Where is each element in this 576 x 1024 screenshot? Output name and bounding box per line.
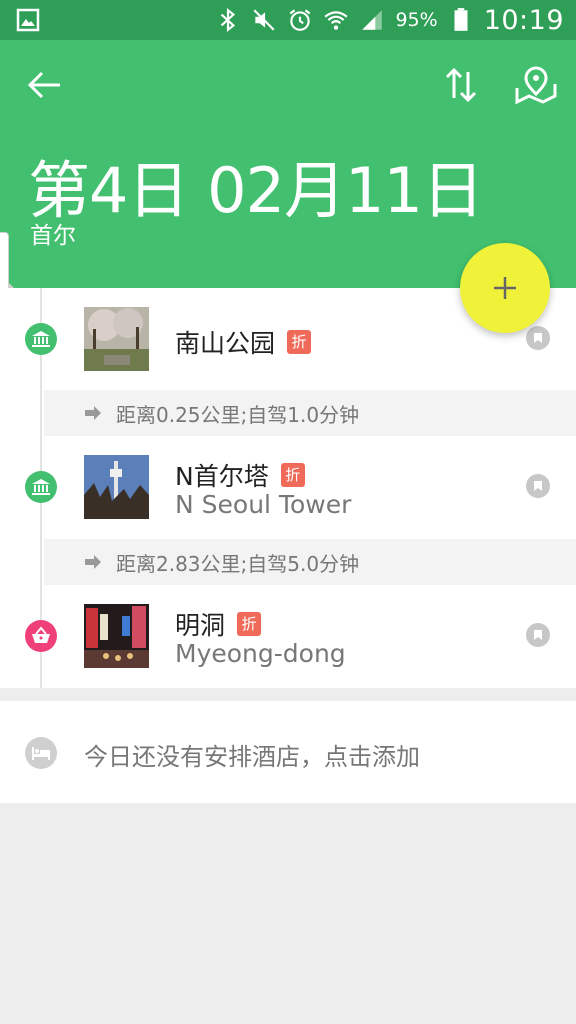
bookmark-icon[interactable] [526, 474, 550, 498]
thumbnail-photo [84, 307, 149, 371]
battery-percent: 95% [395, 9, 438, 31]
bookmark-icon[interactable] [526, 623, 550, 647]
bed-icon [25, 737, 57, 769]
alarm-icon [290, 9, 311, 31]
route-arrow-icon [85, 555, 101, 569]
sort-icon[interactable] [438, 62, 484, 108]
item-name: 明洞 [175, 611, 226, 640]
route-text: 距离2.83公里;自驾5.0分钟 [116, 551, 360, 576]
clock: 10:19 [483, 4, 564, 36]
add-hotel-row[interactable]: 今日还没有安排酒店，点击添加 [0, 701, 576, 803]
add-button[interactable] [460, 243, 550, 333]
item-name-english: N Seoul Tower [175, 490, 352, 519]
route-segment: 距离2.83公里;自驾5.0分钟 [44, 539, 576, 585]
add-hotel-text: 今日还没有安排酒店，点击添加 [84, 743, 420, 771]
plus-icon [494, 277, 516, 299]
discount-badge: 折 [237, 612, 262, 636]
item-name-row: 明洞 折 [175, 606, 262, 642]
battery-icon [454, 8, 468, 31]
map-pin-icon[interactable] [513, 62, 559, 108]
wifi-icon [324, 11, 348, 30]
item-name: N首尔塔 [175, 462, 269, 491]
item-name: 南山公园 [175, 329, 276, 358]
day-title: 第4日 02月11日 [28, 154, 484, 227]
museum-icon [25, 323, 57, 355]
museum-icon [25, 471, 57, 503]
route-arrow-icon [85, 406, 101, 420]
bookmark-icon[interactable] [526, 326, 550, 350]
gallery-icon [16, 8, 40, 32]
route-segment: 距离0.25公里;自驾1.0分钟 [44, 390, 576, 436]
discount-badge: 折 [280, 463, 305, 487]
back-arrow-icon[interactable] [22, 62, 68, 108]
thumbnail-photo [84, 455, 149, 519]
thumbnail-photo [84, 604, 149, 668]
signal-icon [362, 10, 383, 30]
list-item[interactable]: 明洞 折 Myeong-dong [0, 585, 576, 687]
route-text: 距离0.25公里;自驾1.0分钟 [116, 402, 360, 427]
item-name-row: N首尔塔 折 [175, 457, 305, 493]
shopping-basket-icon [25, 620, 57, 652]
status-bar: 95% 10:19 [0, 0, 576, 40]
mute-icon [253, 9, 275, 31]
list-item[interactable]: N首尔塔 折 N Seoul Tower [0, 436, 576, 538]
bluetooth-icon [221, 7, 236, 33]
item-name-english: Myeong-dong [175, 639, 346, 668]
discount-badge: 折 [287, 330, 312, 354]
item-name-row: 南山公园 折 [175, 324, 312, 360]
city-name: 首尔 [30, 223, 76, 249]
